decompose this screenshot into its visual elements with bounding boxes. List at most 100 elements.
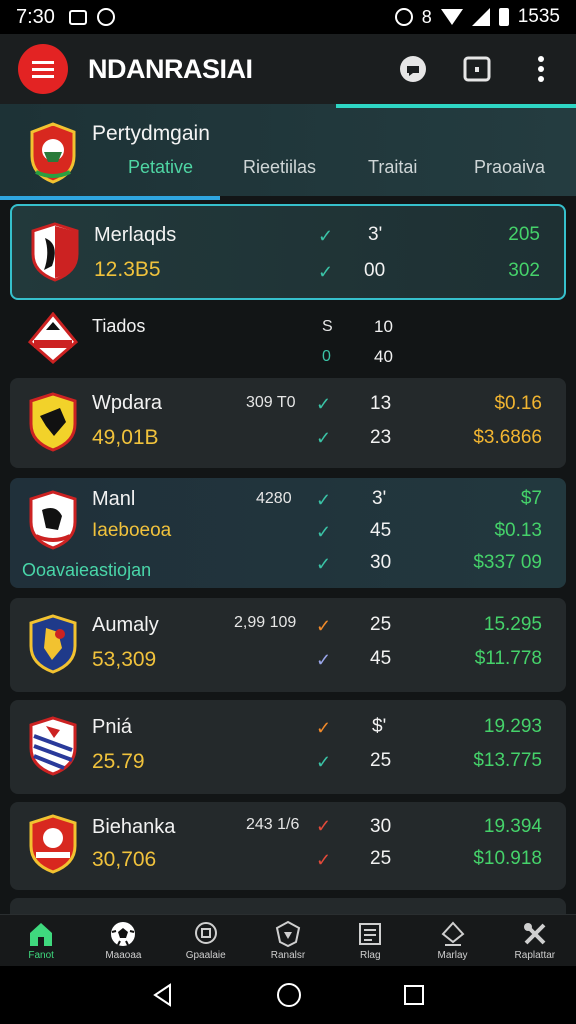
- team-row-aumaly[interactable]: Aumaly 53,309 2,99 109 ✓ ✓ 25 45 15.295 …: [10, 598, 566, 692]
- check-icon: ✓: [316, 522, 332, 542]
- nav-label: Marlay: [437, 950, 468, 961]
- team-crest-icon: [29, 716, 77, 776]
- stat-value: 30: [370, 816, 392, 837]
- price-value: 205: [508, 224, 540, 245]
- menu-icon: [32, 60, 54, 64]
- team-value: Iaeboeoa: [92, 520, 172, 541]
- check-icon: ✓: [316, 752, 332, 772]
- status-time: 7:30: [16, 5, 55, 28]
- price-value: 302: [508, 260, 540, 281]
- team-value: 12.3B5: [94, 258, 161, 281]
- team-crest-icon: [29, 392, 77, 452]
- team-crest-icon: [28, 312, 78, 364]
- stat-value: 3': [372, 488, 387, 509]
- check-icon: ✓: [316, 616, 332, 636]
- team-name: Manl: [92, 488, 136, 510]
- system-navigation: [0, 966, 576, 1024]
- stat-value: 30: [370, 552, 392, 573]
- team-row-manl[interactable]: Manl Iaeboeoa 4280 ✓ ✓ ✓ 3' 45 30 $7 $0.…: [10, 478, 566, 588]
- nav-item-map[interactable]: Marlay: [411, 915, 493, 966]
- section-title: Pertydmgain: [92, 122, 210, 145]
- price-value: 19.293: [483, 716, 542, 737]
- team-name: Tiados: [92, 316, 146, 336]
- tab-praoaiva[interactable]: Praoaiva: [474, 157, 545, 178]
- price-value: $13.775: [473, 750, 542, 771]
- menu-icon-line: [32, 67, 54, 71]
- price-value: 19.394: [483, 816, 542, 837]
- tab-petative[interactable]: Petative: [128, 157, 193, 178]
- header-accent-bar: [336, 104, 576, 108]
- nav-item-log[interactable]: Rlag: [329, 915, 411, 966]
- signal-icon: [471, 8, 490, 26]
- team-name: Biehanka: [92, 816, 176, 838]
- price-value: $337 09: [473, 552, 542, 573]
- team-value: 30,706: [92, 848, 157, 871]
- team-name: Wpdara: [92, 392, 163, 414]
- stat-value: $': [372, 716, 387, 737]
- team-crest-icon: [29, 814, 77, 874]
- team-meta: 309 T0: [246, 394, 296, 411]
- tab-traitai[interactable]: Traitai: [368, 157, 417, 178]
- nav-label: Ranalsr: [270, 950, 306, 961]
- team-row-wpdara[interactable]: Wpdara 49,01B 309 T0 ✓ ✓ 13 23 $0.16 $3.…: [10, 378, 566, 468]
- price-value: $0.16: [494, 393, 542, 414]
- team-value: 49,01B: [92, 426, 159, 449]
- recents-icon[interactable]: [402, 983, 426, 1007]
- active-tab-indicator: [0, 196, 220, 200]
- team-meta: 4280: [256, 490, 292, 507]
- chat-icon: [400, 56, 426, 82]
- shield-icon: [275, 920, 301, 948]
- nav-label: Rlag: [359, 950, 381, 961]
- stat-value: 25: [370, 750, 392, 771]
- check-icon: ✓: [316, 718, 332, 738]
- stat-value: 25: [370, 614, 392, 635]
- stat-label: S: [322, 318, 333, 335]
- chat-button[interactable]: [396, 52, 430, 86]
- app-title: NDANRASIAI: [88, 53, 253, 84]
- trophy-icon: [194, 922, 217, 944]
- check-icon: ✓: [316, 428, 332, 448]
- league-crest-icon: [30, 122, 76, 184]
- team-crest-icon: [29, 490, 77, 550]
- check-icon: ✓: [318, 262, 334, 282]
- nav-label: Fanot: [28, 950, 54, 961]
- check-icon: ✓: [316, 490, 332, 510]
- team-meta: 2,99 109: [234, 614, 297, 631]
- row-footnote: Ooavaieastiojan: [22, 560, 152, 580]
- nav-item-home[interactable]: Fanot: [0, 915, 82, 966]
- clipboard-icon: [359, 923, 382, 945]
- team-row-tiados[interactable]: Tiados S 0 10 40: [10, 304, 566, 374]
- tablet-button[interactable]: [460, 52, 494, 86]
- nav-item-trophies[interactable]: Gpaalaie: [165, 915, 247, 966]
- price-value: $11.778: [474, 648, 542, 669]
- nav-item-rankings[interactable]: Ranalsr: [247, 915, 329, 966]
- team-name: Pniá: [92, 716, 133, 738]
- menu-icon-line: [32, 74, 54, 78]
- check-icon: ✓: [318, 226, 334, 246]
- status-right: 8 1535: [394, 6, 560, 28]
- app-notification-icon: [96, 8, 115, 26]
- team-row-biehanka[interactable]: Biehanka 30,706 243 1/6 ✓ ✓ 30 25 19.394…: [10, 802, 566, 890]
- alarm-icon: [394, 8, 413, 26]
- tab-rieetiilas[interactable]: Rieetiilas: [243, 157, 316, 178]
- nav-item-tools[interactable]: Raplattar: [494, 915, 576, 966]
- back-icon[interactable]: [150, 982, 176, 1008]
- team-crest-icon: [31, 222, 79, 282]
- overflow-menu-button[interactable]: [524, 52, 558, 86]
- nav-item-matches[interactable]: Maaoaa: [82, 915, 164, 966]
- menu-button[interactable]: [18, 44, 68, 94]
- stat-value: 13: [370, 393, 392, 414]
- wifi-icon: [440, 9, 463, 25]
- home-icon: [30, 923, 53, 946]
- home-circle-icon[interactable]: [276, 982, 302, 1008]
- team-row-partial[interactable]: [10, 898, 566, 914]
- stat-value: 45: [370, 520, 392, 541]
- team-row-merlaqds[interactable]: Merlaqds 12.3B5 ✓ ✓ 3' 00 205 302: [10, 204, 566, 300]
- nav-label: Maaoaa: [105, 950, 142, 961]
- section-header: Pertydmgain: [0, 104, 576, 196]
- stat-label: 0: [322, 348, 331, 365]
- status-bar: 7:30 8 1535: [0, 0, 576, 34]
- price-value: $7: [520, 488, 542, 509]
- team-row-pnia[interactable]: Pniá 25.79 ✓ ✓ $' 25 19.293 $13.775: [10, 700, 566, 794]
- notification-icons: [68, 8, 115, 26]
